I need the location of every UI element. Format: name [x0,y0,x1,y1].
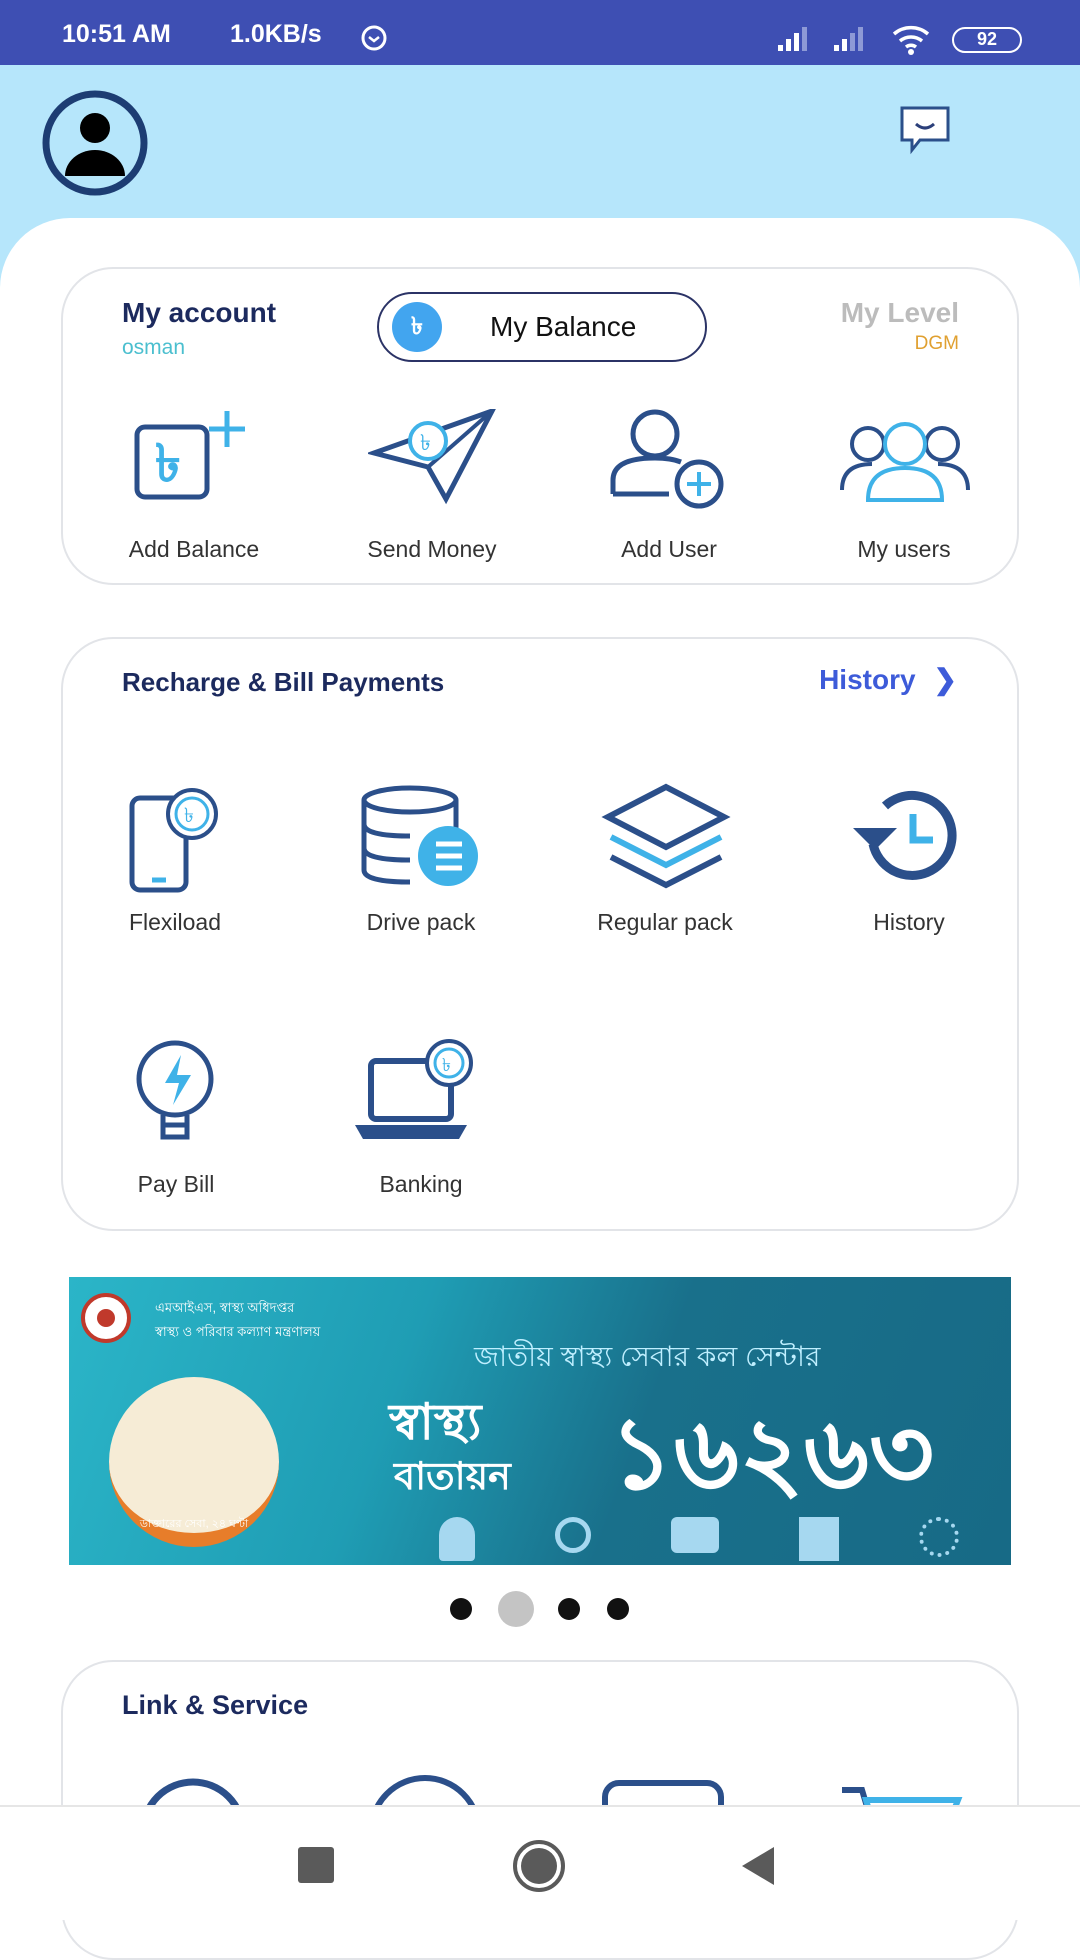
my-balance-label: My Balance [490,311,637,342]
svg-text:৳: ৳ [420,430,431,455]
users-icon [840,422,970,502]
item-label: Pay Bill [137,1171,215,1197]
action-label: Add User [621,536,717,562]
network-speed: 1.0KB/s [230,20,322,48]
action-label: My users [857,536,951,562]
banner-name-line2: বাতায়ন [394,1456,511,1498]
wifi-icon [892,26,930,55]
carousel-dot[interactable] [558,1598,580,1620]
complaint-box-icon [799,1517,839,1561]
battery-level: 92 [976,29,998,49]
action-label: Add Balance [128,536,260,562]
history-link-label: History [819,664,916,695]
promo-banner[interactable]: এমআইএস, স্বাস্থ্য অধিদপ্তর স্বাস্থ্য ও প… [69,1277,1011,1565]
navigation-bar [0,1805,1080,1920]
history-icon [853,790,957,880]
govt-logo-icon [81,1293,131,1343]
banner-service-icons [439,1517,959,1561]
item-label: Flexiload [128,909,222,935]
laptop-taka-icon: ৳ [355,1039,473,1139]
my-level-label: My Level [840,297,959,328]
recharge-title: Recharge & Bill Payments [122,667,445,697]
banner-clock-graphic: ডাক্তারের সেবা, ২৪ ঘণ্টা [109,1377,279,1547]
ambulance-icon [671,1517,719,1553]
user-avatar-icon[interactable] [40,88,150,198]
carousel-dot-active[interactable] [498,1591,534,1627]
item-label: Banking [379,1171,463,1197]
carousel-dot[interactable] [607,1598,629,1620]
svg-text:৳: ৳ [155,434,181,494]
status-bar: 10:51 AM 1.0KB/s 92 [0,0,1080,65]
history-link[interactable]: History ❯ [819,663,957,696]
signal-icon [834,27,863,51]
database-list-icon [361,785,478,886]
emergency-icon [919,1517,959,1557]
item-label: Regular pack [597,909,733,935]
chevron-right-icon: ❯ [933,664,957,695]
layers-icon [601,783,731,889]
battery-icon: 92 [952,27,1022,53]
back-button[interactable] [740,1845,776,1887]
add-user-icon [610,409,724,509]
item-label: Drive pack [366,909,476,935]
chat-bubble-icon[interactable] [898,104,954,156]
bulb-icon [136,1040,214,1140]
link-service-title: Link & Service [122,1690,309,1720]
action-label: Send Money [367,536,497,562]
account-card: My account osman ৳ My Balance My Level D… [61,267,1019,585]
recharge-card: Recharge & Bill Payments History ❯ ৳ Flex… [61,637,1019,1231]
phone-taka-icon: ৳ [129,788,218,893]
carousel-dot[interactable] [450,1598,472,1620]
alarm-icon [361,25,387,51]
my-balance-button[interactable]: ৳ My Balance [377,292,707,362]
banner-badge-text: ডাক্তারের সেবা, ২৪ ঘণ্টা [139,1518,249,1530]
svg-text:৳: ৳ [184,805,194,827]
my-account-title: My account [122,297,277,328]
banner-org-line2: স্বাস্থ্য ও পরিবার কল্যাণ মন্ত্রণালয় [155,1324,321,1339]
taka-icon: ৳ [392,302,442,352]
banner-headline: জাতীয় স্বাস্থ্য সেবার কল সেন্টার [474,1341,821,1372]
recents-button[interactable] [298,1847,334,1883]
add-balance-icon: ৳ [134,411,245,500]
info-search-icon [555,1517,591,1553]
send-money-icon: ৳ [368,409,496,505]
banner-org-line1: এমআইএস, স্বাস্থ্য অধিদপ্তর [155,1300,295,1315]
home-button[interactable] [513,1840,565,1892]
level-value: DGM [914,333,959,354]
item-label: History [873,909,945,935]
status-time: 10:51 AM [62,20,171,48]
doctor-icon [439,1517,475,1561]
signal-icon [778,27,807,51]
username: osman [122,336,186,359]
svg-text:৳: ৳ [442,1055,451,1075]
